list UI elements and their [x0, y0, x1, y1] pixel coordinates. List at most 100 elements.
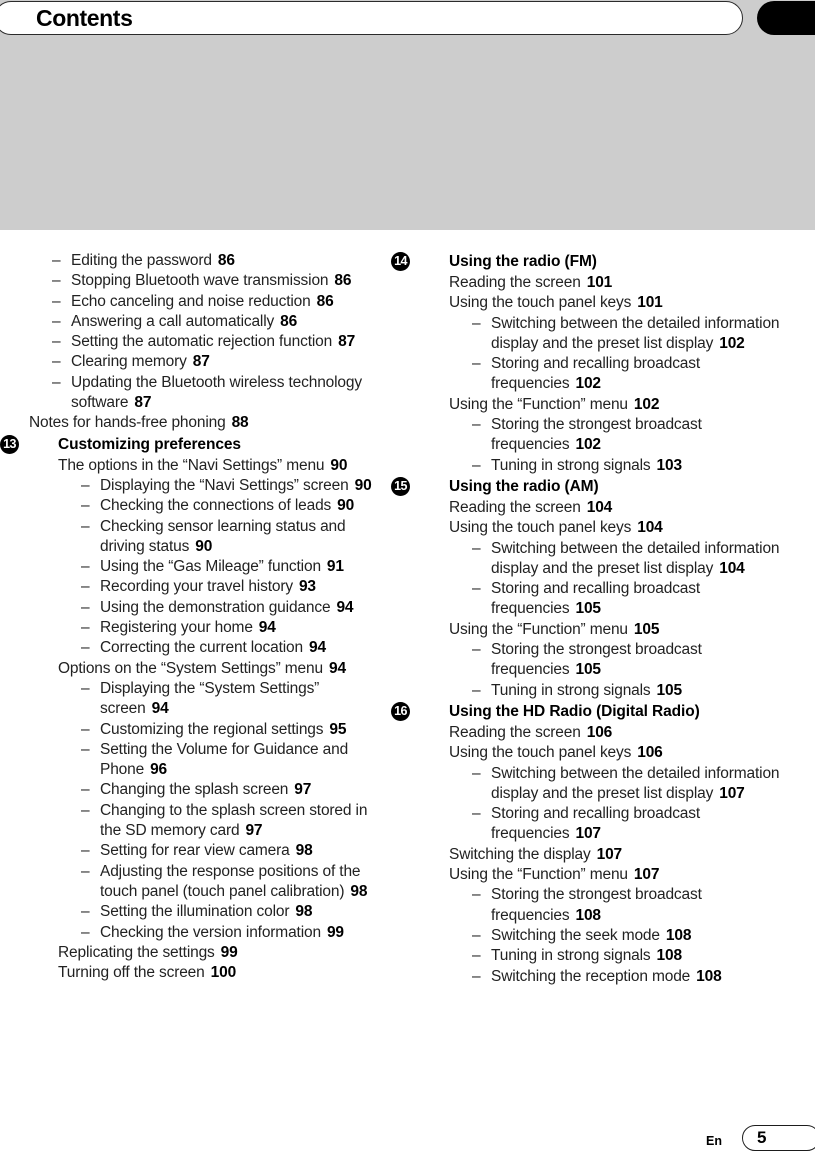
toc-dash-icon: – [81, 740, 90, 758]
toc-entry-page-number: 90 [337, 497, 355, 515]
toc-entry-page-number: 86 [217, 252, 235, 269]
toc-entry-label: Replicating the settings [58, 943, 215, 961]
toc-entry[interactable]: Options on the “System Settings” menu 94 [58, 659, 389, 679]
toc-entry-label: Switching the display [449, 845, 591, 863]
toc-entry[interactable]: The options in the “Navi Settings” menu 9… [58, 456, 389, 476]
toc-entry[interactable]: Notes for hands-free phoning 88 [29, 413, 389, 433]
toc-entry[interactable]: – Updating the Bluetooth wireless technol… [29, 373, 389, 414]
toc-entry-label: Reading the screen [449, 498, 581, 516]
toc-entry-label: Displaying the “System Settings” screen [100, 679, 320, 718]
toc-entry-page-number: 105 [633, 620, 660, 638]
toc-entry[interactable]: Switching the display 107 [449, 845, 805, 865]
toc-entry[interactable]: – Displaying the “Navi Settings” screen 90 [58, 476, 389, 496]
toc-entry-label: The options in the “Navi Settings” menu [58, 456, 325, 474]
toc-entry[interactable]: – Setting the Volume for Guidance and Pho… [58, 740, 389, 781]
toc-entry[interactable]: – Changing to the splash screen stored in… [58, 801, 389, 842]
toc-entry[interactable]: – Storing and recalling broadcast frequen… [449, 804, 805, 845]
toc-entry-label: Checking sensor learning status and driv… [100, 517, 346, 555]
toc-entry[interactable]: – Echo canceling and noise reduction 86 [29, 292, 389, 312]
toc-entry-page-number: 100 [210, 964, 237, 982]
toc-entry-label: Options on the “System Settings” menu [58, 659, 323, 677]
toc-entry[interactable]: – Customizing the regional settings 95 [58, 720, 389, 740]
toc-entry[interactable]: – Adjusting the response positions of the… [58, 862, 389, 903]
toc-entry[interactable]: Using the “Function” menu 105 [449, 620, 805, 640]
toc-entry-label: Checking the version information [100, 923, 321, 941]
toc-entry-label: Using the demonstration guidance [100, 598, 331, 616]
toc-entry[interactable]: – Switching between the detailed informat… [449, 539, 805, 580]
toc-entry-page-number: 104 [586, 498, 613, 516]
toc-entry-page-number: 102 [719, 334, 745, 352]
toc-entry[interactable]: Turning off the screen 100 [58, 963, 389, 983]
toc-dash-icon: – [81, 598, 90, 616]
toc-entry[interactable]: – Storing the strongest broadcast frequen… [449, 885, 805, 926]
toc-entry-page-number: 105 [656, 681, 683, 699]
toc-entry-page-number: 87 [338, 333, 356, 351]
toc-dash-icon: – [81, 619, 90, 637]
toc-dash-icon: – [81, 679, 90, 697]
toc-entry[interactable]: – Storing the strongest broadcast frequen… [449, 415, 805, 456]
toc-entry[interactable]: – Storing and recalling broadcast frequen… [449, 579, 805, 620]
toc-entry[interactable]: Replicating the settings 99 [58, 943, 389, 963]
toc-entry[interactable]: Using the touch panel keys 101 [449, 293, 805, 313]
toc-entry[interactable]: – Tuning in strong signals 103 [449, 456, 805, 476]
section-title: Customizing preferences [58, 435, 241, 453]
toc-entry[interactable]: Reading the screen 106 [449, 723, 805, 743]
section-entries: Reading the screen 101 Using the touch pan… [420, 273, 805, 476]
toc-entry[interactable]: – Switching the reception mode 108 [449, 967, 805, 987]
toc-entry[interactable]: – Tuning in strong signals 105 [449, 681, 805, 701]
toc-entry[interactable]: Using the “Function” menu 102 [449, 395, 805, 415]
toc-entry[interactable]: Using the “Function” menu 107 [449, 865, 805, 885]
toc-entry[interactable]: – Checking sensor learning status and dri… [58, 517, 389, 558]
toc-entry[interactable]: – Stopping Bluetooth wave transmission 86 [29, 271, 389, 291]
toc-entry-label: Echo canceling and noise reduction [71, 292, 311, 310]
section-number-badge: 15 [391, 476, 410, 496]
toc-entry[interactable]: – Storing and recalling broadcast frequen… [449, 354, 805, 395]
toc-entry[interactable]: – Setting the illumination color 98 [58, 902, 389, 922]
corner-tab-marker [757, 1, 815, 35]
toc-entry-page-number: 96 [150, 761, 168, 779]
toc-entry-page-number: 98 [295, 842, 313, 860]
toc-entry[interactable]: – Checking the version information 99 [58, 923, 389, 943]
section-entries: The options in the “Navi Settings” menu 9… [29, 456, 389, 984]
toc-dash-icon: – [472, 926, 481, 944]
toc-entry-label: Notes for hands-free phoning [29, 414, 226, 432]
toc-entry[interactable]: – Switching between the detailed informat… [449, 764, 805, 805]
toc-entry-page-number: 108 [696, 967, 722, 985]
toc-entry[interactable]: – Registering your home 94 [58, 618, 389, 638]
toc-entry[interactable]: – Displaying the “System Settings” screen… [58, 679, 389, 720]
toc-dash-icon: – [472, 539, 481, 557]
toc-section-header[interactable]: 15 Using the radio (AM) [391, 476, 805, 497]
toc-section-header[interactable]: 16 Using the HD Radio (Digital Radio) [391, 701, 805, 722]
toc-entry-label: Recording your travel history [100, 578, 293, 596]
toc-entry[interactable]: – Recording your travel history 93 [58, 577, 389, 597]
toc-entry[interactable]: – Switching the seek mode 108 [449, 926, 805, 946]
toc-entry-label: Displaying the “Navi Settings” screen [100, 476, 349, 494]
toc-section-header[interactable]: 14 Using the radio (FM) [391, 251, 805, 272]
toc-entry[interactable]: – Answering a call automatically 86 [29, 312, 389, 332]
toc-entry-page-number: 90 [195, 537, 213, 555]
toc-dash-icon: – [472, 456, 481, 474]
toc-entry-page-number: 106 [586, 723, 613, 741]
toc-entry[interactable]: Using the touch panel keys 106 [449, 743, 805, 763]
toc-section-header[interactable]: 13 Customizing preferences [0, 434, 389, 455]
footer-page-number: 5 [757, 1128, 767, 1147]
toc-entry[interactable]: Reading the screen 101 [449, 273, 805, 293]
toc-entry[interactable]: – Editing the password 86 [29, 251, 389, 271]
toc-entry[interactable]: Reading the screen 104 [449, 498, 805, 518]
toc-entry[interactable]: – Switching between the detailed informat… [449, 314, 805, 355]
toc-entry[interactable]: – Setting for rear view camera 98 [58, 841, 389, 861]
toc-entry[interactable]: – Clearing memory 87 [29, 352, 389, 372]
toc-dash-icon: – [81, 497, 90, 515]
section-entries: Reading the screen 104 Using the touch pan… [420, 498, 805, 701]
toc-entry[interactable]: – Correcting the current location 94 [58, 638, 389, 658]
toc-entry[interactable]: Using the touch panel keys 104 [449, 518, 805, 538]
toc-entry-label: Reading the screen [449, 723, 581, 741]
toc-entry-page-number: 104 [719, 559, 745, 577]
toc-entry[interactable]: – Tuning in strong signals 108 [449, 946, 805, 966]
toc-entry[interactable]: – Setting the automatic rejection functio… [29, 332, 389, 352]
toc-entry[interactable]: – Using the “Gas Mileage” function 91 [58, 557, 389, 577]
toc-entry[interactable]: – Changing the splash screen 97 [58, 780, 389, 800]
toc-entry[interactable]: – Checking the connections of leads 90 [58, 496, 389, 516]
toc-entry[interactable]: – Using the demonstration guidance 94 [58, 598, 389, 618]
toc-entry[interactable]: – Storing the strongest broadcast frequen… [449, 640, 805, 681]
